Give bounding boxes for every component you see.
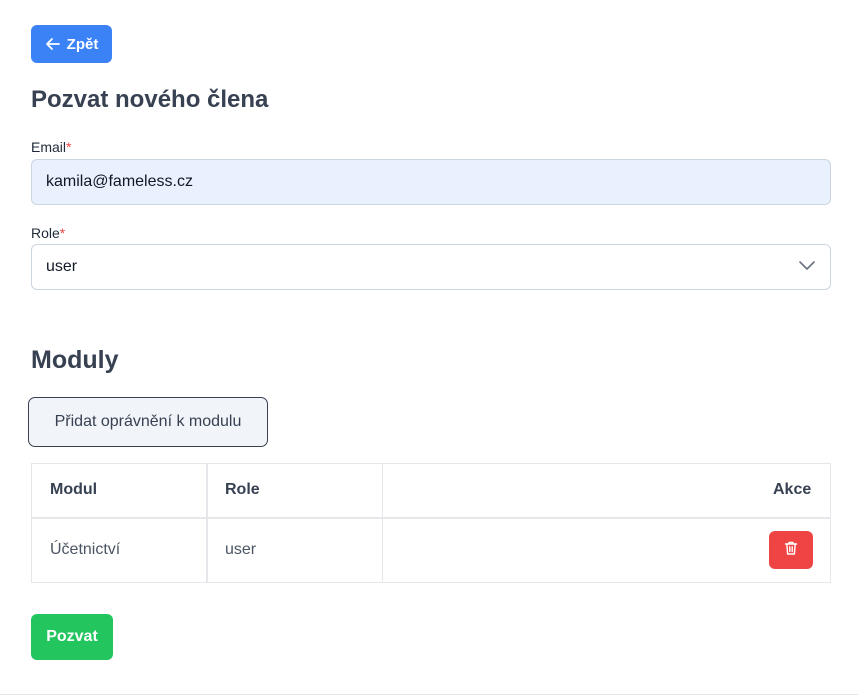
add-module-permission-button[interactable]: Přidat oprávnění k modulu xyxy=(28,397,268,447)
back-button-label: Zpět xyxy=(66,35,99,53)
column-header-actions: Akce xyxy=(773,481,812,498)
divider xyxy=(0,694,858,695)
email-label-text: Email xyxy=(31,139,67,155)
delete-module-button[interactable] xyxy=(769,531,813,569)
required-mark: * xyxy=(59,225,66,241)
role-select-value: user xyxy=(46,258,78,275)
back-button[interactable]: Zpět xyxy=(31,25,112,63)
modules-title: Moduly xyxy=(31,346,119,374)
role-label-text: Role xyxy=(31,225,60,241)
page: Zpět Pozvat nového člena Email* kamila@f… xyxy=(0,0,858,696)
email-label: Email* xyxy=(31,139,71,155)
chevron-down-icon xyxy=(798,256,816,279)
column-header-module: Modul xyxy=(50,481,98,498)
required-mark: * xyxy=(66,139,72,155)
role-label: Role* xyxy=(31,225,65,241)
page-title: Pozvat nového člena xyxy=(31,86,269,113)
header-cell-actions xyxy=(382,463,831,519)
role-select[interactable]: user xyxy=(31,244,831,290)
trash-icon xyxy=(783,540,799,561)
row-cell-actions xyxy=(382,517,831,583)
row-module-name: Účetnictví xyxy=(50,541,121,558)
column-header-role: Role xyxy=(225,481,260,498)
arrow-left-icon xyxy=(45,36,61,52)
row-role: user xyxy=(225,541,257,558)
invite-button[interactable]: Pozvat xyxy=(31,614,113,660)
email-field[interactable]: kamila@fameless.cz xyxy=(31,159,831,205)
email-value: kamila@fameless.cz xyxy=(46,173,193,190)
